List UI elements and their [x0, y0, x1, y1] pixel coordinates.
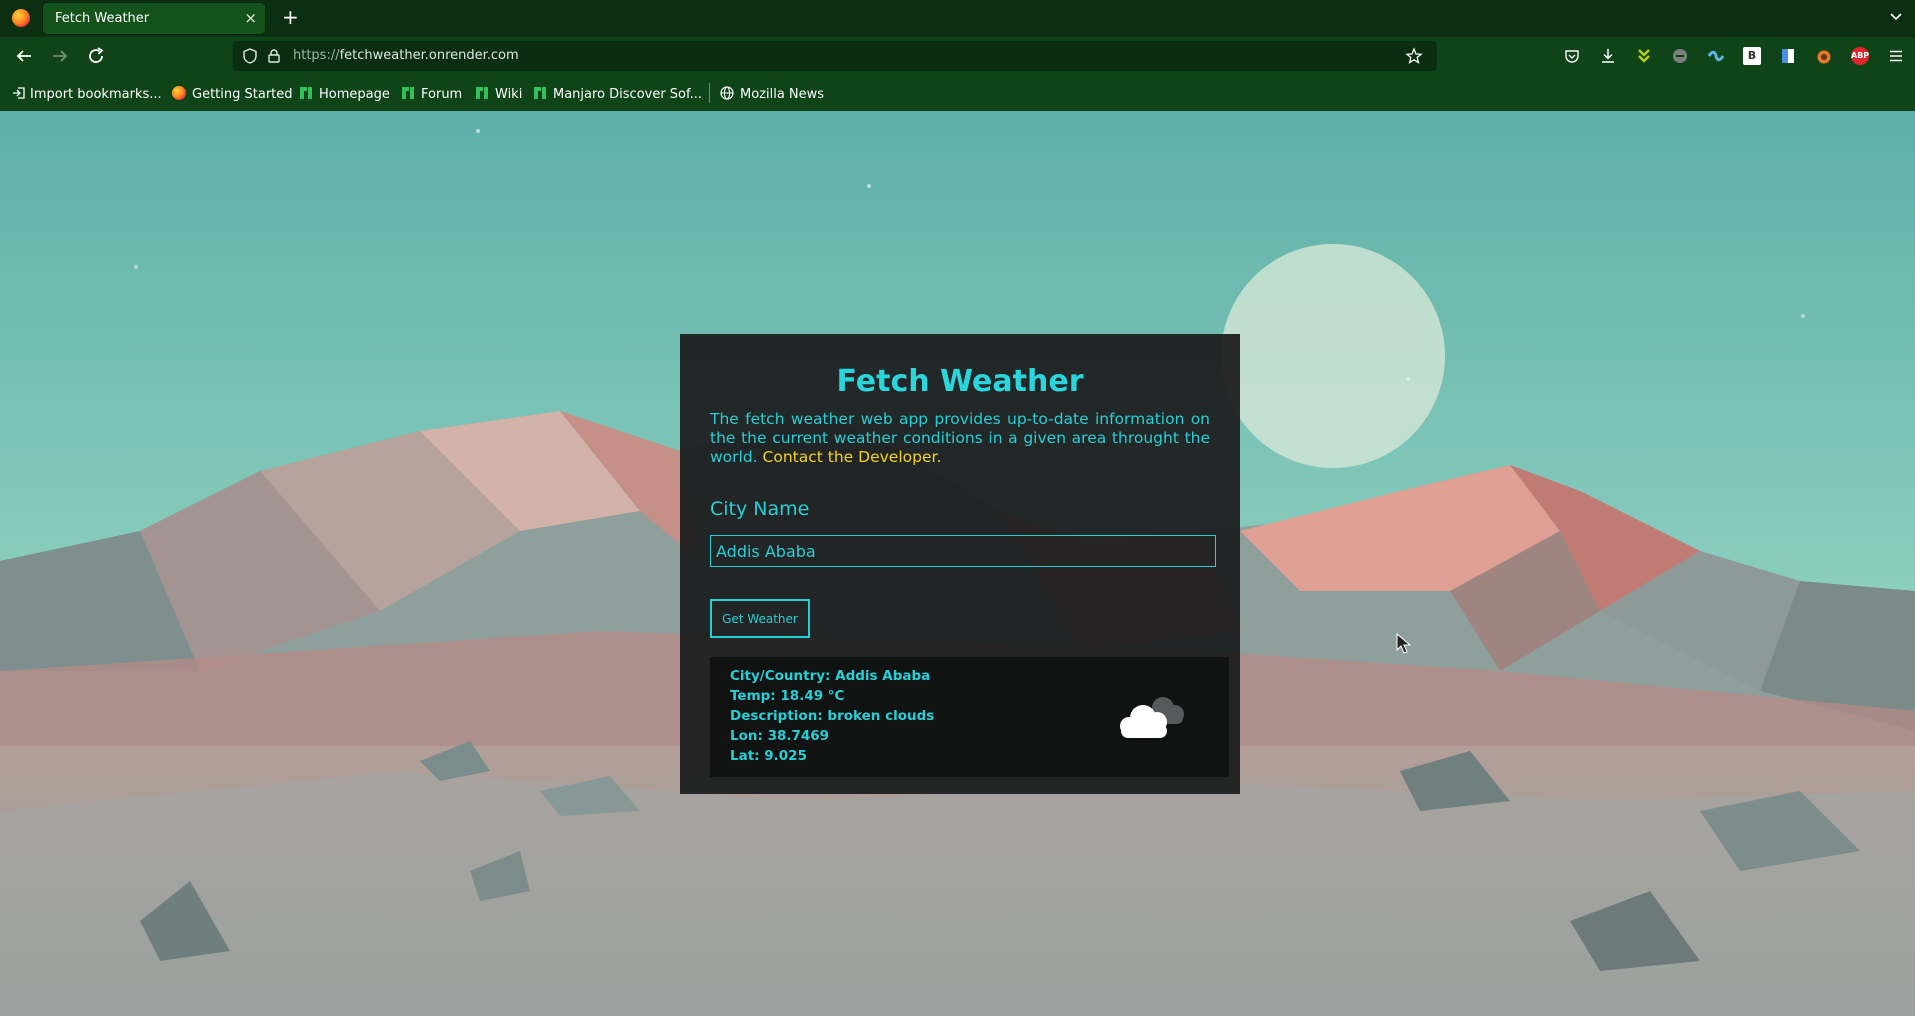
import-icon — [13, 87, 25, 99]
bookmark-forum[interactable]: Forum — [401, 86, 462, 102]
bookmark-label: Import bookmarks... — [30, 87, 162, 102]
city-name-label: City Name — [710, 498, 810, 520]
new-tab-button[interactable]: + — [282, 5, 299, 29]
bookmark-label: Forum — [421, 87, 463, 102]
pocket-icon[interactable] — [1563, 47, 1581, 65]
result-lon: Lon: 38.7469 — [730, 728, 830, 744]
lock-icon[interactable] — [265, 47, 283, 65]
extension-blue-icon[interactable] — [1707, 47, 1725, 65]
bookmark-import[interactable]: Import bookmarks... — [12, 86, 162, 102]
city-name-input[interactable] — [710, 535, 1216, 567]
bookmark-homepage[interactable]: Homepage — [299, 86, 390, 102]
navigation-toolbar: https://fetchweather.onrender.com B ABP — [0, 37, 1915, 75]
bookmarks-toolbar: Import bookmarks... Getting Started Home… — [0, 75, 1915, 111]
firefox-logo-icon[interactable] — [12, 9, 30, 27]
manjaro-icon — [300, 87, 312, 99]
result-lat: Lat: 9.025 — [730, 748, 807, 764]
app-description: The fetch weather web app provides up-to… — [710, 410, 1210, 467]
url-scheme: https:// — [293, 48, 340, 63]
result-description: Description: broken clouds — [730, 708, 935, 724]
get-weather-button[interactable]: Get Weather — [710, 599, 810, 638]
tab-strip: Fetch Weather × + — [0, 0, 1915, 37]
download-icon[interactable] — [1599, 47, 1617, 65]
url-bar[interactable]: https://fetchweather.onrender.com — [233, 41, 1437, 71]
extension-doc-icon[interactable] — [1779, 47, 1797, 65]
tab-title: Fetch Weather — [55, 11, 150, 26]
extension-orange-icon[interactable] — [1815, 47, 1833, 65]
bookmark-label: Manjaro Discover Sof... — [553, 87, 703, 102]
menu-icon[interactable] — [1887, 47, 1905, 65]
firefox-icon — [172, 86, 186, 100]
mouse-cursor-icon — [1396, 633, 1412, 654]
bookmark-manjaro-discover[interactable]: Manjaro Discover Sof... — [533, 86, 702, 102]
contact-developer-link[interactable]: Contact the Developer. — [763, 448, 942, 466]
star-bookmark-icon[interactable] — [1405, 47, 1423, 65]
forward-arrow-icon[interactable] — [48, 44, 72, 68]
result-city: City/Country: Addis Ababa — [730, 668, 931, 684]
url-host: fetchweather.onrender.com — [339, 48, 519, 63]
globe-icon — [720, 86, 734, 100]
result-temp: Temp: 18.49 °C — [730, 688, 845, 704]
bookmark-mozilla-news[interactable]: Mozilla News — [720, 86, 824, 102]
shield-icon[interactable] — [241, 47, 259, 65]
page-viewport: Fetch Weather The fetch weather web app … — [0, 111, 1915, 1016]
bookmark-label: Homepage — [319, 87, 390, 102]
bookmark-getting-started[interactable]: Getting Started — [172, 86, 293, 102]
manjaro-icon — [402, 87, 414, 99]
extension-b-icon[interactable]: B — [1743, 47, 1761, 65]
weather-card: Fetch Weather The fetch weather web app … — [680, 334, 1240, 794]
chevron-down-icon[interactable] — [1889, 9, 1903, 23]
extension-gray-icon[interactable] — [1671, 47, 1689, 65]
back-arrow-icon[interactable] — [12, 44, 36, 68]
tab-fetch-weather[interactable]: Fetch Weather × — [43, 3, 265, 34]
url-text[interactable]: https://fetchweather.onrender.com — [293, 48, 519, 63]
weather-result-panel: City/Country: Addis Ababa Temp: 18.49 °C… — [710, 657, 1229, 777]
bookmark-separator — [709, 83, 710, 103]
bookmark-label: Wiki — [495, 87, 523, 102]
manjaro-icon — [476, 87, 488, 99]
bookmark-label: Getting Started — [192, 87, 293, 102]
tab-close-icon[interactable]: × — [244, 9, 257, 27]
broken-clouds-icon — [1120, 697, 1184, 738]
bookmark-wiki[interactable]: Wiki — [475, 86, 522, 102]
manjaro-icon — [534, 87, 546, 99]
app-title: Fetch Weather — [836, 364, 1084, 399]
extension-green-icon[interactable] — [1635, 47, 1653, 65]
bookmark-label: Mozilla News — [740, 87, 825, 102]
adblock-plus-icon[interactable]: ABP — [1851, 47, 1869, 65]
reload-icon[interactable] — [84, 44, 108, 68]
